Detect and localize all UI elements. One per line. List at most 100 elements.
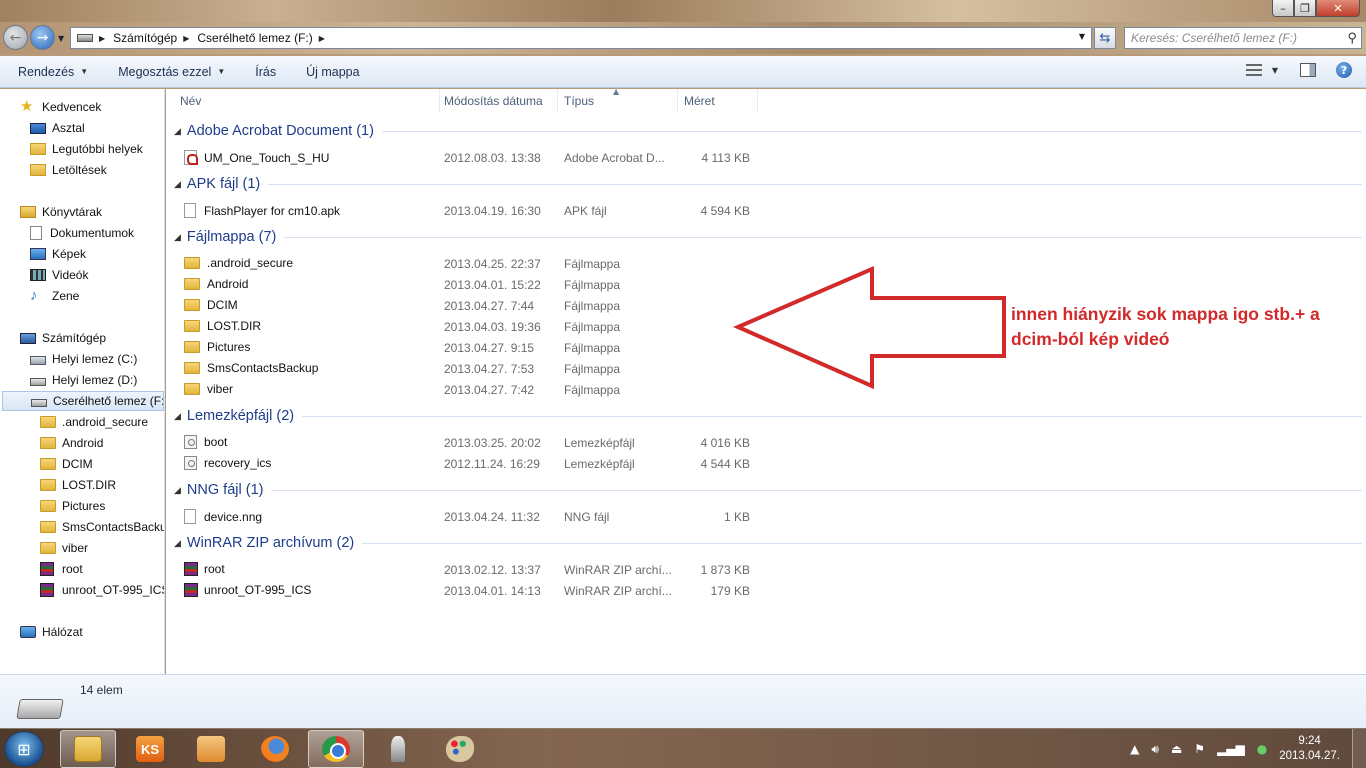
group-header[interactable]: ◢ WinRAR ZIP archívum (2) <box>174 532 1362 554</box>
file-row[interactable]: UM_One_Touch_S_HU 2012.08.03. 13:38 Adob… <box>166 147 766 168</box>
new-folder-button[interactable]: Új mappa <box>306 65 360 79</box>
address-field[interactable]: ▶ Számítógép ▶ Cserélhető lemez (F:) ▶ ▼ <box>70 27 1092 49</box>
view-options-icon[interactable] <box>1245 64 1262 76</box>
file-date: 2013.04.27. 7:42 <box>444 383 535 397</box>
nav-label: SmsContactsBacku <box>62 520 164 534</box>
taskbar-chess[interactable] <box>370 730 426 768</box>
burn-label: Írás <box>255 64 277 79</box>
pictures-icon <box>30 248 46 260</box>
file-row[interactable]: unroot_OT-995_ICS 2013.04.01. 14:13 WinR… <box>166 580 766 601</box>
taskbar-paint[interactable] <box>432 730 488 768</box>
recent-pages-dropdown[interactable]: ▼ <box>58 34 64 43</box>
nav-network[interactable]: Hálózat <box>20 622 185 642</box>
file-size: 1 KB <box>723 510 750 524</box>
taskbar-media-player[interactable] <box>183 730 239 768</box>
breadcrumb-drive-f[interactable]: Cserélhető lemez (F:) <box>197 31 312 45</box>
folder-row[interactable]: SmsContactsBackup 2013.04.27. 7:53 Fájlm… <box>166 358 766 379</box>
breadcrumb-computer[interactable]: Számítógép <box>113 31 177 45</box>
folder-row[interactable]: Android 2013.04.01. 15:22 Fájlmappa <box>166 274 766 295</box>
winrar-archive-icon <box>40 583 54 597</box>
show-desktop-button[interactable] <box>1352 729 1366 768</box>
group-header[interactable]: ◢ NNG fájl (1) <box>174 479 1362 501</box>
taskbar-ks[interactable]: KS <box>122 730 178 768</box>
file-name: UM_One_Touch_S_HU <box>204 150 330 165</box>
folder-row[interactable]: DCIM 2013.04.27. 7:44 Fájlmappa <box>166 295 766 316</box>
volume-icon[interactable]: 🔊︎ <box>1151 742 1159 757</box>
group-header[interactable]: ◢ Lemezképfájl (2) <box>174 405 1362 427</box>
preview-pane-icon[interactable] <box>1300 63 1316 77</box>
file-name: viber <box>207 382 234 396</box>
folder-icon <box>40 479 56 491</box>
folder-row[interactable]: .android_secure 2013.04.25. 22:37 Fájlma… <box>166 253 766 274</box>
refresh-button[interactable]: ⇆ <box>1094 27 1116 49</box>
taskbar-explorer[interactable] <box>60 730 116 768</box>
file-date: 2013.04.01. 14:13 <box>444 584 541 598</box>
group-header[interactable]: ◢ Fájlmappa (7) <box>174 226 1362 248</box>
show-hidden-icons-icon[interactable]: ▲ <box>1130 742 1139 756</box>
file-name-cell: viber <box>184 382 233 396</box>
file-date: 2013.02.12. 13:37 <box>444 563 541 577</box>
back-button[interactable]: ← <box>3 25 28 50</box>
minimize-button[interactable]: – <box>1272 0 1294 17</box>
maximize-button[interactable]: ❐ <box>1294 0 1316 17</box>
folder-row[interactable]: Pictures 2013.04.27. 9:15 Fájlmappa <box>166 337 766 358</box>
action-center-flag-icon[interactable]: ⚑ <box>1194 742 1205 756</box>
network-icon <box>20 626 36 638</box>
nav-libraries[interactable]: Könyvtárak <box>20 202 185 222</box>
network-signal-icon[interactable]: ▂▄▆ <box>1217 742 1245 756</box>
close-button[interactable]: ✕ <box>1316 0 1360 17</box>
file-row[interactable]: boot 2013.03.25. 20:02 Lemezképfájl 4 01… <box>166 432 766 453</box>
nav-label: Pictures <box>62 499 106 513</box>
file-name-cell: Android <box>184 277 248 291</box>
search-input[interactable]: Keresés: Cserélhető lemez (F:) ⚲ <box>1124 27 1362 49</box>
nav-favorites[interactable]: ★ Kedvencek <box>20 97 185 117</box>
file-type: NNG fájl <box>564 510 610 524</box>
column-header-date[interactable]: Módosítás dátuma <box>438 89 558 113</box>
chevron-right-icon[interactable]: ▶ <box>319 34 325 43</box>
safely-remove-icon[interactable]: ⏏ <box>1171 742 1182 756</box>
start-button[interactable]: ⊞ <box>4 731 44 767</box>
group-header[interactable]: ◢ APK fájl (1) <box>174 173 1362 195</box>
taskbar-firefox[interactable] <box>247 730 303 768</box>
downloads-icon <box>30 164 46 176</box>
share-with-button[interactable]: Megosztás ezzel ▼ <box>118 65 225 79</box>
folder-row[interactable]: LOST.DIR 2013.04.03. 19:36 Fájlmappa <box>166 316 766 337</box>
winrar-archive-icon <box>184 583 198 597</box>
file-name-cell: unroot_OT-995_ICS <box>184 583 311 597</box>
chevron-right-icon[interactable]: ▶ <box>183 34 189 43</box>
nav-sub-archive[interactable]: unroot_OT-995_ICS <box>40 580 164 600</box>
column-header-size[interactable]: Méret <box>678 89 758 113</box>
taskbar: ⊞ KS ▲ 🔊︎ ⏏ ⚑ ▂▄▆ ● 9:24 2013.04.27. <box>0 728 1366 768</box>
nav-label: Cserélhető lemez (F:) <box>53 394 164 408</box>
file-row[interactable]: recovery_ics 2012.11.24. 16:29 Lemezképf… <box>166 453 766 474</box>
clock[interactable]: 9:24 2013.04.27. <box>1279 734 1340 764</box>
nav-computer[interactable]: Számítógép <box>20 328 185 348</box>
nav-sub-folder[interactable]: SmsContactsBacku <box>40 517 164 537</box>
removable-drive-icon <box>31 399 47 407</box>
burn-button[interactable]: Írás <box>255 65 276 79</box>
chevron-down-icon[interactable]: ▼ <box>1272 66 1278 75</box>
group-title: Fájlmappa (7) <box>186 229 277 245</box>
file-row[interactable]: FlashPlayer for cm10.apk 2013.04.19. 16:… <box>166 200 766 221</box>
file-row[interactable]: device.nng 2013.04.24. 11:32 NNG fájl 1 … <box>166 506 766 527</box>
column-header-name[interactable]: Név <box>174 89 440 113</box>
file-type: Lemezképfájl <box>564 436 635 450</box>
chess-icon <box>391 736 405 762</box>
file-row[interactable]: root 2013.02.12. 13:37 WinRAR ZIP archí.… <box>166 559 766 580</box>
help-icon[interactable]: ? <box>1336 62 1352 78</box>
folder-row[interactable]: viber 2013.04.27. 7:42 Fájlmappa <box>166 379 766 400</box>
update-status-icon[interactable]: ● <box>1257 742 1267 756</box>
nav-drive-f[interactable]: Cserélhető lemez (F:) <box>2 391 164 411</box>
taskbar-chrome[interactable] <box>308 730 364 768</box>
search-icon[interactable]: ⚲ <box>1347 30 1357 46</box>
address-history-dropdown[interactable]: ▼ <box>1079 32 1085 41</box>
chevron-right-icon[interactable]: ▶ <box>99 34 105 43</box>
group-divider <box>381 130 1362 132</box>
group-header[interactable]: ◢ Adobe Acrobat Document (1) <box>174 120 1362 142</box>
window-titlebar[interactable]: – ❐ ✕ <box>0 0 1366 22</box>
file-date: 2013.04.24. 11:32 <box>444 510 540 524</box>
organize-button[interactable]: Rendezés ▼ <box>18 65 88 79</box>
file-name: LOST.DIR <box>207 319 262 333</box>
file-name: device.nng <box>204 509 263 524</box>
forward-button[interactable]: → <box>30 25 55 50</box>
